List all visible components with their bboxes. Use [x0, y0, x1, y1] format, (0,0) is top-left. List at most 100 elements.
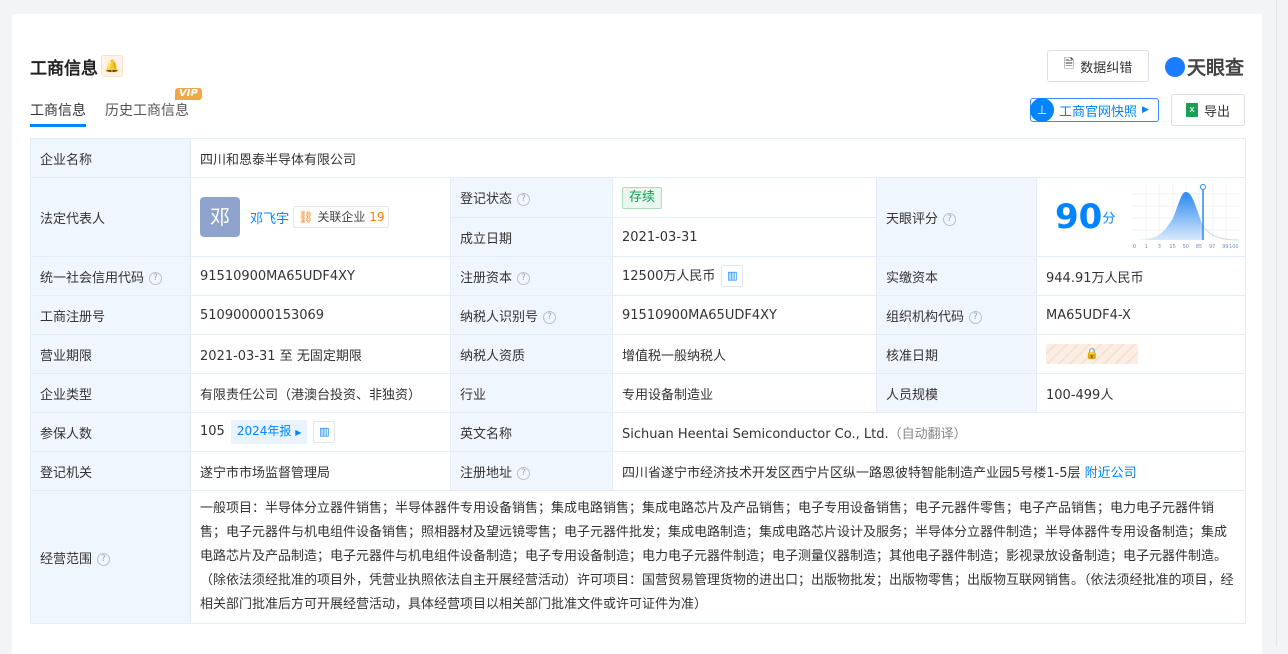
approval-date-cell: 🔒: [1035, 334, 1247, 374]
score-axis-tick: 3: [1158, 244, 1161, 250]
score-axis-tick: 0: [1133, 244, 1136, 250]
score-curve-tail: [1203, 225, 1240, 241]
help-icon[interactable]: ?: [517, 271, 531, 285]
help-icon[interactable]: ?: [543, 310, 557, 324]
industry-label: 行业: [450, 373, 613, 413]
document-icon: 🗎: [1063, 57, 1075, 72]
insured-cell: 105 2024年报 ▶ ▥: [190, 412, 451, 452]
status-badge: 存续: [622, 186, 663, 209]
score-curve-area: [1133, 192, 1204, 240]
help-icon[interactable]: ?: [517, 466, 531, 480]
score-label: 天眼评分?: [876, 177, 1037, 257]
table-row: 营业期限 2021-03-31 至 无固定期限 纳税人资质 增值税一般纳税人 核…: [30, 334, 1247, 374]
taxpayer-id: 91510900MA65UDF4XY: [612, 295, 877, 335]
company-type-label: 企业类型: [30, 373, 191, 413]
score-cell[interactable]: 90分 0 1 3 15 50 85 97 99 100: [1035, 177, 1247, 257]
score-axis-tick: 15: [1170, 244, 1176, 250]
authority: 遂宁市市场监督管理局: [190, 451, 451, 491]
reg-status-label: 登记状态?: [450, 177, 613, 218]
help-icon[interactable]: ?: [97, 552, 111, 566]
annual-report-tag[interactable]: 2024年报 ▶: [230, 420, 308, 444]
export-button[interactable]: x 导出: [1171, 94, 1245, 126]
tab-business-info[interactable]: 工商信息: [30, 100, 86, 127]
section-title: 工商信息: [30, 59, 98, 79]
english-name-label: 英文名称: [450, 412, 613, 452]
reg-capital-label: 注册资本?: [450, 256, 613, 296]
legal-rep-label: 法定代表人: [30, 177, 191, 257]
insured-label: 参保人数: [30, 412, 191, 452]
caret-right-icon: ▶: [295, 428, 302, 437]
help-icon[interactable]: ?: [943, 212, 957, 226]
credit-code: 91510900MA65UDF4XY: [190, 256, 451, 296]
score-axis-tick: 1: [1145, 244, 1148, 250]
address-label: 注册地址?: [450, 451, 613, 491]
avatar[interactable]: 邓: [200, 197, 240, 237]
tianyancha-logo: 天眼查: [1165, 53, 1244, 80]
est-date-label: 成立日期: [450, 217, 613, 257]
help-icon[interactable]: ?: [969, 310, 983, 324]
company-name-label: 企业名称: [30, 138, 191, 178]
tab-history-info[interactable]: 历史工商信息: [105, 100, 189, 120]
lock-icon[interactable]: 🔒: [1046, 344, 1138, 364]
org-code-label: 组织机构代码?: [876, 295, 1037, 335]
caret-right-icon: ▶: [1142, 105, 1149, 115]
table-row: 统一社会信用代码? 91510900MA65UDF4XY 注册资本? 12500…: [30, 256, 1247, 296]
score-axis-tick: 50: [1183, 244, 1189, 250]
approval-date-label: 核准日期: [876, 334, 1037, 374]
staff-size: 100-499人: [1035, 373, 1247, 413]
credit-code-label: 统一社会信用代码?: [30, 256, 191, 296]
company-name: 四川和恩泰半导体有限公司: [189, 138, 1247, 178]
help-icon[interactable]: ?: [517, 193, 531, 206]
official-snapshot-button[interactable]: ⊥ 工商官网快照 ▶: [1030, 98, 1159, 122]
table-row: 企业名称 四川和恩泰半导体有限公司: [30, 138, 1247, 178]
score-axis-tick: 85: [1196, 244, 1202, 250]
legal-rep-link[interactable]: 邓飞宇: [250, 212, 289, 227]
bar-chart-icon[interactable]: ▥: [313, 420, 336, 443]
table-row: 工商注册号 510900000153069 纳税人识别号? 91510900MA…: [30, 295, 1247, 335]
related-companies-button[interactable]: ⛓ 关联企业 19: [293, 206, 390, 228]
network-icon: ⛓: [298, 210, 314, 224]
score-distribution-chart: 0 1 3 15 50 85 97 99 100: [1133, 184, 1240, 250]
table-row: 法定代表人 邓 邓飞宇 ⛓ 关联企业 19 登记状态? 存续 天眼评分? 90分…: [30, 177, 1247, 257]
paid-capital-label: 实缴资本: [876, 256, 1037, 296]
reg-no-label: 工商注册号: [30, 295, 191, 335]
scrollbar[interactable]: [1276, 0, 1288, 646]
table-row: 经营范围? 一般项目：半导体分立器件销售；半导体器件专用设备销售；集成电路销售；…: [30, 490, 1247, 624]
table-row: 企业类型 有限责任公司（港澳台投资、非独资） 行业 专用设备制造业 人员规模 1…: [30, 373, 1247, 413]
business-info-table: 企业名称 四川和恩泰半导体有限公司 法定代表人 邓 邓飞宇 ⛓ 关联企业 19 …: [30, 138, 1247, 624]
vip-badge: VIP: [175, 88, 202, 100]
term-label: 营业期限: [30, 334, 191, 374]
paid-capital: 944.91万人民币: [1035, 256, 1247, 296]
help-icon[interactable]: ?: [149, 271, 163, 285]
term: 2021-03-31 至 无固定期限: [190, 334, 451, 374]
scope-label: 经营范围?: [30, 490, 191, 624]
staff-size-label: 人员规模: [876, 373, 1037, 413]
taxpayer-qual-label: 纳税人资质: [450, 334, 613, 374]
bell-icon[interactable]: 🔔: [101, 55, 123, 77]
nearby-companies-link[interactable]: 附近公司: [1085, 466, 1137, 481]
score-axis-tick: 100: [1230, 244, 1240, 250]
logo-icon: [1165, 56, 1185, 77]
taxpayer-qual: 增值税一般纳税人: [612, 334, 877, 374]
excel-icon: x: [1185, 103, 1198, 117]
est-date: 2021-03-31: [612, 217, 877, 257]
table-row: 参保人数 105 2024年报 ▶ ▥ 英文名称 Sichuan Heentai S…: [30, 412, 1247, 452]
data-correction-button[interactable]: 🗎 数据纠错: [1047, 50, 1149, 82]
company-type: 有限责任公司（港澳台投资、非独资）: [190, 373, 451, 413]
taxpayer-id-label: 纳税人识别号?: [450, 295, 613, 335]
score-axis-tick: 97: [1209, 244, 1215, 250]
score-value: 90: [1055, 197, 1103, 237]
bar-chart-icon[interactable]: ▥: [721, 265, 744, 288]
authority-label: 登记机关: [30, 451, 191, 491]
english-name-cell: Sichuan Heentai Semiconductor Co., Ltd.（…: [611, 412, 1247, 452]
reg-status-cell: 存续: [612, 177, 877, 218]
table-row: 登记机关 遂宁市市场监督管理局 注册地址? 四川省遂宁市经济技术开发区西宁片区纵…: [30, 451, 1247, 491]
business-scope: 一般项目：半导体分立器件销售；半导体器件专用设备销售；集成电路销售；集成电路芯片…: [189, 490, 1247, 624]
reg-capital-cell: 12500万人民币 ▥: [612, 256, 877, 296]
stamp-icon: ⊥: [1030, 98, 1054, 122]
score-axis-tick: 99: [1223, 244, 1229, 250]
address-cell: 四川省遂宁市经济技术开发区西宁片区纵一路恩彼特智能制造产业园5号楼1-5层 附近…: [611, 451, 1247, 491]
industry: 专用设备制造业: [612, 373, 877, 413]
reg-no: 510900000153069: [190, 295, 451, 335]
org-code: MA65UDF4-X: [1035, 295, 1247, 335]
